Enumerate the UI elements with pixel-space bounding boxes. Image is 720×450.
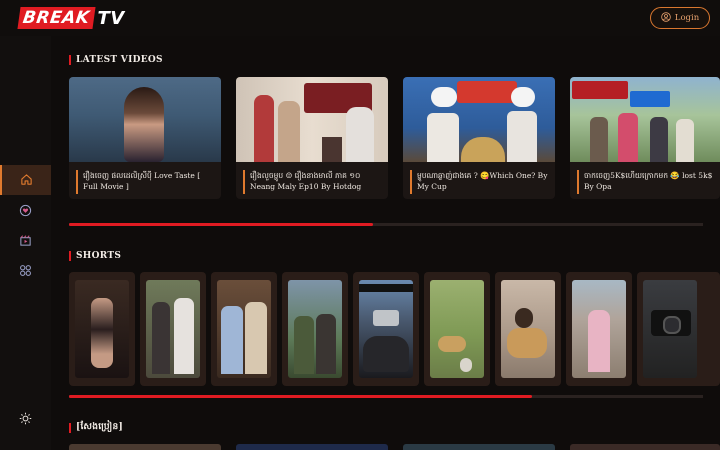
short-card[interactable] <box>211 272 277 386</box>
video-card[interactable]: រឿងលួចម្ហូប ☺ រឿងនាងមាលី ភាគ ១០ Neang Ma… <box>236 77 388 199</box>
video-title: រឿងលួចម្ហូប ☺ រឿងនាងមាលី ភាគ ១០ Neang Ma… <box>243 170 383 194</box>
shorts-heading: SHORTS <box>69 251 121 261</box>
logo-tv: TV <box>97 7 125 29</box>
sidebar-item-movies[interactable] <box>0 226 51 256</box>
video-thumbnail[interactable] <box>403 77 555 162</box>
short-thumbnail[interactable] <box>572 280 626 378</box>
shorts-scroll-thumb[interactable] <box>69 395 532 398</box>
short-thumbnail[interactable] <box>430 280 484 378</box>
video-title: រឿងចេញ ផលដេលិស្រីប៉ី Love Taste [ Full M… <box>76 170 216 194</box>
latest-videos-scroll-thumb[interactable] <box>69 223 373 226</box>
sidebar <box>0 36 51 450</box>
sidebar-item-home[interactable] <box>0 165 51 195</box>
short-thumbnail[interactable] <box>217 280 271 378</box>
video-thumbnail[interactable] <box>69 77 221 162</box>
login-button[interactable]: Login <box>650 7 710 29</box>
short-card[interactable] <box>140 272 206 386</box>
heart-icon <box>19 202 32 221</box>
video-title: ម្ហូបណាឆ្ងាញ់ជាងគេ ? 😋Which One? By My C… <box>410 170 550 194</box>
short-card[interactable] <box>282 272 348 386</box>
video-thumbnail[interactable] <box>236 444 388 450</box>
video-card[interactable]: ម្ហូបណាឆ្ងាញ់ជាងគេ ? 😋Which One? By My C… <box>403 77 555 199</box>
short-card[interactable] <box>637 272 720 386</box>
short-card[interactable] <box>69 272 135 386</box>
login-label: Login <box>674 13 700 23</box>
sun-icon <box>19 410 32 429</box>
short-card[interactable] <box>495 272 561 386</box>
home-icon <box>20 171 33 190</box>
break-tv-logo[interactable]: BREAK TV <box>17 7 125 29</box>
theme-toggle[interactable] <box>0 404 51 434</box>
short-thumbnail[interactable] <box>288 280 342 378</box>
short-thumbnail[interactable] <box>359 280 413 378</box>
short-thumbnail[interactable] <box>501 280 555 378</box>
short-thumbnail[interactable] <box>75 280 129 378</box>
sidebar-item-categories[interactable] <box>0 256 51 286</box>
video-card[interactable]: រឿងចេញ ផលដេលិស្រីប៉ី Love Taste [ Full M… <box>69 77 221 199</box>
short-card[interactable] <box>353 272 419 386</box>
short-thumbnail[interactable] <box>643 280 697 378</box>
video-thumbnail[interactable] <box>570 77 720 162</box>
latest-videos-heading: LATEST VIDEOS <box>69 55 163 65</box>
grid-icon <box>19 262 32 281</box>
logo-break: BREAK <box>17 7 96 29</box>
top-bar: BREAK TV Login <box>0 0 720 36</box>
video-thumbnail[interactable] <box>403 444 555 450</box>
video-thumbnail[interactable] <box>570 444 720 450</box>
short-card[interactable] <box>566 272 632 386</box>
movie-icon <box>19 232 32 251</box>
short-card[interactable] <box>424 272 490 386</box>
video-title: ចាកចេញ5K$ហើយក្រោកមក 😂 lost 5k$ By Opa <box>577 170 717 194</box>
video-thumbnail[interactable] <box>69 444 221 450</box>
short-thumbnail[interactable] <box>146 280 200 378</box>
section-heading: [សែងប្រៀន] <box>69 421 123 434</box>
video-thumbnail[interactable] <box>236 77 388 162</box>
video-card[interactable]: ចាកចេញ5K$ហើយក្រោកមក 😂 lost 5k$ By Opa <box>570 77 720 199</box>
user-icon <box>661 11 671 25</box>
sidebar-item-favorites[interactable] <box>0 196 51 226</box>
